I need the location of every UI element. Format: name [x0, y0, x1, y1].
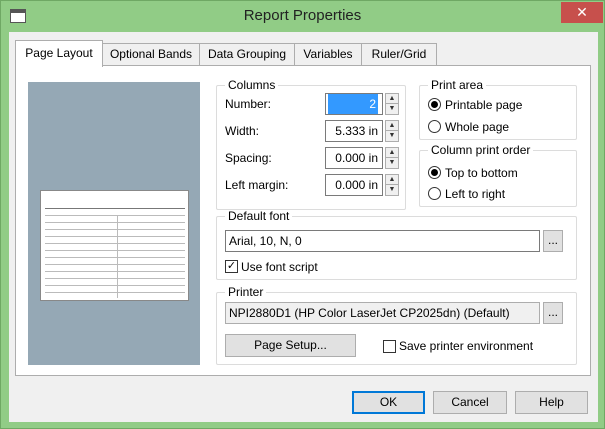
width-spinner[interactable]: ▲ ▼: [385, 120, 399, 142]
spin-up-icon[interactable]: ▲: [386, 148, 398, 158]
default-font-field[interactable]: Arial, 10, N, 0: [225, 230, 540, 252]
default-font-legend: Default font: [228, 209, 290, 223]
width-input[interactable]: 5.333 in: [325, 120, 383, 142]
printable-page-radio[interactable]: [428, 98, 441, 111]
tab-ruler-grid[interactable]: Ruler/Grid: [361, 43, 437, 66]
spin-down-icon[interactable]: ▼: [386, 185, 398, 195]
printer-legend: Printer: [228, 285, 264, 299]
use-font-script-checkbox[interactable]: ✓: [225, 260, 238, 273]
preview-page: [40, 190, 189, 301]
use-font-script-label[interactable]: Use font script: [241, 260, 318, 274]
window-title: Report Properties: [243, 7, 362, 24]
top-to-bottom-radio[interactable]: [428, 166, 441, 179]
spin-up-icon[interactable]: ▲: [386, 94, 398, 104]
left-margin-label: Left margin:: [225, 178, 289, 192]
spin-down-icon[interactable]: ▼: [386, 131, 398, 141]
close-button[interactable]: ✕: [561, 2, 603, 23]
font-browse-button[interactable]: ...: [543, 230, 563, 252]
left-to-right-radio[interactable]: [428, 187, 441, 200]
spacing-input[interactable]: 0.000 in: [325, 147, 383, 169]
spin-up-icon[interactable]: ▲: [386, 121, 398, 131]
help-button[interactable]: Help: [515, 391, 588, 414]
number-spinner[interactable]: ▲ ▼: [385, 93, 399, 115]
dialog-client: Page Layout Optional Bands Data Grouping…: [9, 32, 598, 422]
report-properties-window: Report Properties ✕ Page Layout Optional…: [0, 0, 605, 429]
whole-page-label[interactable]: Whole page: [445, 120, 509, 134]
save-printer-env-checkbox[interactable]: [383, 340, 396, 353]
top-to-bottom-label[interactable]: Top to bottom: [445, 166, 518, 180]
ok-button[interactable]: OK: [352, 391, 425, 414]
spin-down-icon[interactable]: ▼: [386, 104, 398, 114]
spin-up-icon[interactable]: ▲: [386, 175, 398, 185]
spin-down-icon[interactable]: ▼: [386, 158, 398, 168]
whole-page-radio[interactable]: [428, 120, 441, 133]
printer-browse-button[interactable]: ...: [543, 302, 563, 324]
width-label: Width:: [225, 124, 260, 138]
layout-preview: [28, 82, 200, 365]
cancel-button[interactable]: Cancel: [433, 391, 507, 414]
title-bar[interactable]: Report Properties ✕: [1, 1, 604, 32]
left-margin-spinner[interactable]: ▲ ▼: [385, 174, 399, 196]
printable-page-label[interactable]: Printable page: [445, 98, 522, 112]
left-to-right-label[interactable]: Left to right: [445, 187, 505, 201]
save-printer-env-label[interactable]: Save printer environment: [399, 339, 533, 353]
tab-page-layout[interactable]: Page Layout: [15, 40, 103, 67]
left-margin-input[interactable]: 0.000 in: [325, 174, 383, 196]
tab-data-grouping[interactable]: Data Grouping: [199, 43, 295, 66]
spacing-label: Spacing:: [225, 151, 272, 165]
tab-optional-bands[interactable]: Optional Bands: [102, 43, 200, 66]
spacing-spinner[interactable]: ▲ ▼: [385, 147, 399, 169]
column-order-legend: Column print order: [431, 143, 531, 157]
number-input[interactable]: 2: [325, 93, 383, 115]
page-setup-button[interactable]: Page Setup...: [225, 334, 356, 357]
printer-field[interactable]: NPI2880D1 (HP Color LaserJet CP2025dn) (…: [225, 302, 540, 324]
tab-variables[interactable]: Variables: [294, 43, 362, 66]
columns-legend: Columns: [228, 78, 276, 92]
print-area-legend: Print area: [431, 78, 484, 92]
number-label: Number:: [225, 97, 272, 111]
